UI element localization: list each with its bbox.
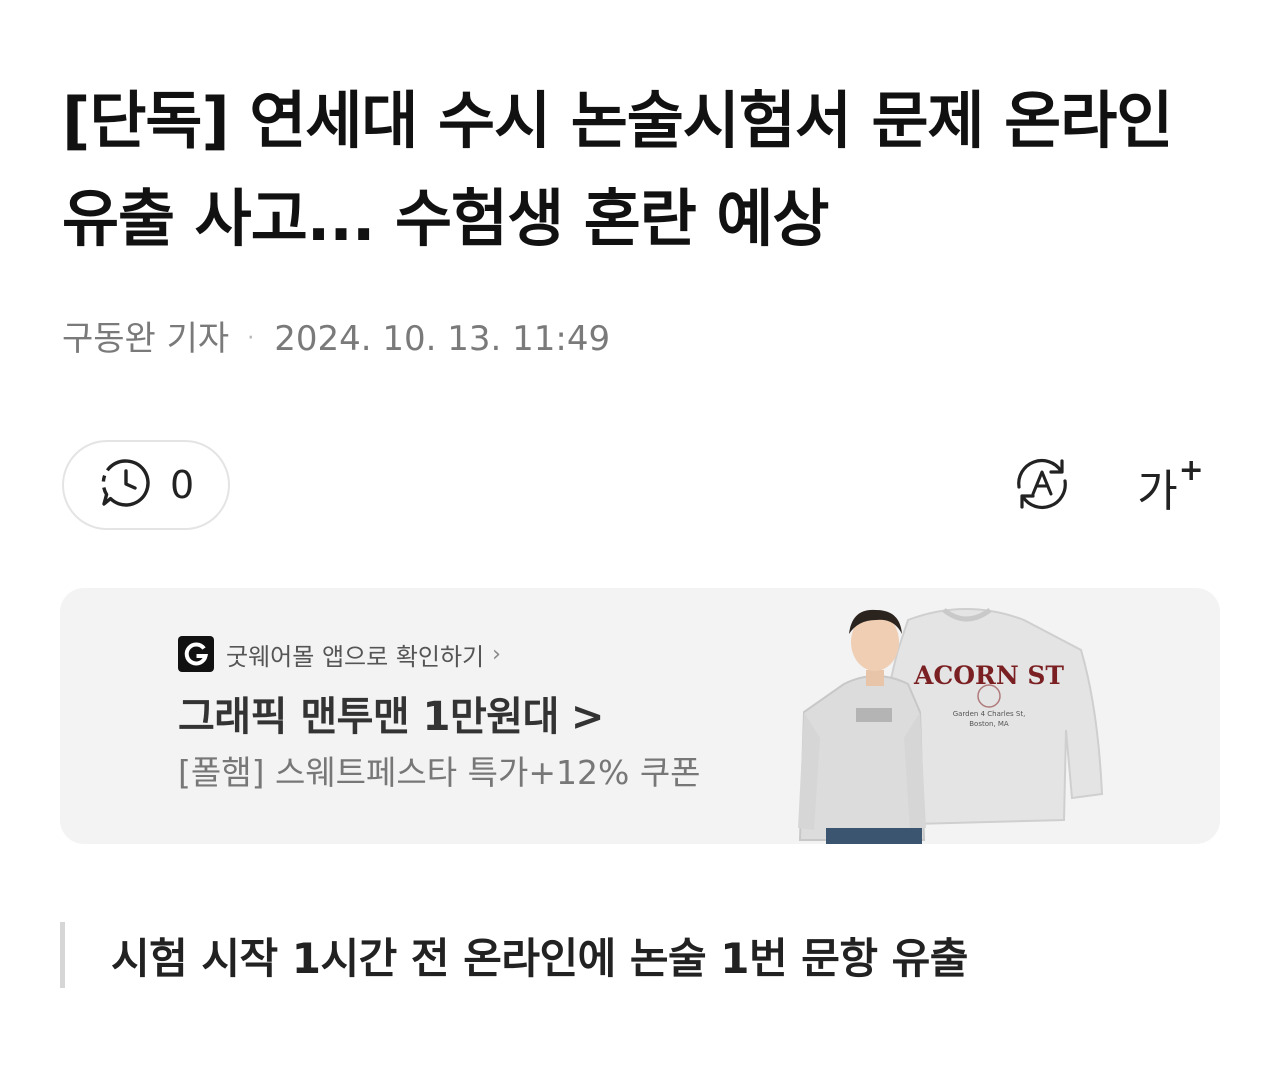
ad-source-text: 굿웨어몰 앱으로 확인하기 [226, 642, 485, 671]
font-size-plus-icon: + [1178, 452, 1204, 488]
comment-count: 0 [170, 463, 195, 507]
arrow-right-icon: > [570, 694, 605, 740]
ad-subtitle: [폴햄] 스웨트페스타 특가+12% 쿠폰 [178, 753, 701, 792]
translate-icon [1009, 451, 1075, 521]
product-print-sub2: Boston, MA [969, 720, 1009, 728]
byline: 구동완 기자 · 2024. 10. 13. 11:49 [62, 316, 610, 362]
font-size-button[interactable]: 가 + [1132, 448, 1208, 524]
article-headline: [단독] 연세대 수시 논술시험서 문제 온라인 유출 사고... 수험생 혼란… [62, 84, 1173, 255]
font-size-glyph: 가 [1137, 466, 1178, 517]
section-heading: 시험 시작 1시간 전 온라인에 논술 1번 문항 유출 [60, 922, 968, 988]
publish-datetime: 2024. 10. 13. 11:49 [274, 319, 611, 359]
ad-title-text: 그래픽 맨투맨 1만원대 [178, 694, 559, 740]
goodwear-logo-icon [178, 636, 214, 672]
translate-button[interactable] [1004, 448, 1080, 524]
ad-banner[interactable]: 굿웨어몰 앱으로 확인하기 › 그래픽 맨투맨 1만원대 > [폴햄] 스웨트페스… [60, 588, 1220, 844]
ad-title[interactable]: 그래픽 맨투맨 1만원대 > [178, 684, 604, 742]
chevron-right-icon: › [492, 641, 501, 667]
product-print-sub1: Garden 4 Charles St, [953, 710, 1026, 718]
reporter-name[interactable]: 구동완 기자 [62, 316, 229, 362]
byline-separator: · [247, 326, 255, 351]
comment-clock-icon [98, 455, 154, 515]
ad-source-link[interactable]: 굿웨어몰 앱으로 확인하기 › [178, 636, 501, 672]
ad-product-image: ACORN ST Garden 4 Charles St, Boston, MA [796, 588, 1126, 844]
comment-button[interactable]: 0 [62, 440, 230, 530]
